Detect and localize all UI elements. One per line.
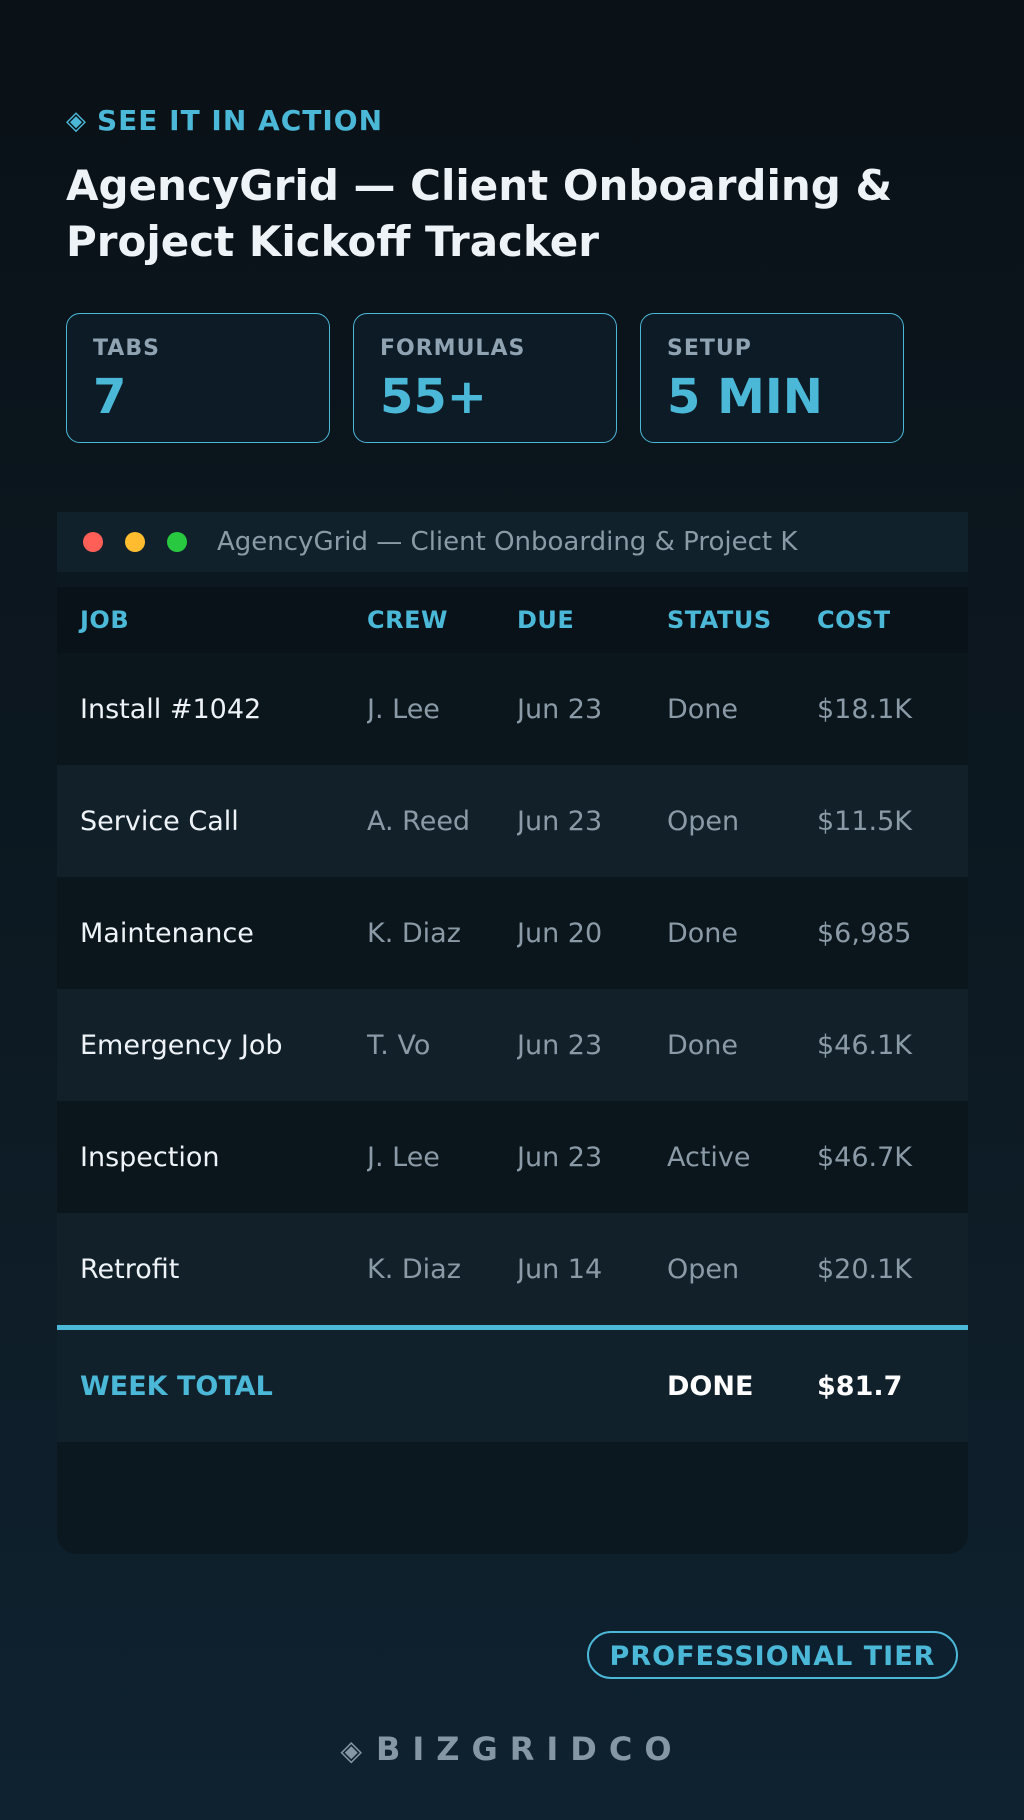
stat-card-tabs: TABS 7: [66, 313, 330, 443]
stat-label: SETUP: [667, 336, 752, 361]
jobs-table: JOB CREW DUE STATUS COST Install #1042 J…: [57, 587, 968, 1442]
status-cell[interactable]: Done: [667, 694, 817, 725]
table-row[interactable]: Install #1042 J. Lee Jun 23 Done $18.1K: [57, 653, 968, 765]
due-cell[interactable]: Jun 23: [517, 806, 667, 837]
due-cell[interactable]: Jun 20: [517, 918, 667, 949]
column-header-due[interactable]: DUE: [517, 606, 667, 634]
stat-card-formulas: FORMULAS 55+: [353, 313, 617, 443]
status-cell[interactable]: Done: [667, 1030, 817, 1061]
crew-cell[interactable]: J. Lee: [367, 1142, 517, 1173]
stat-label: FORMULAS: [380, 336, 526, 361]
cost-cell[interactable]: $20.1K: [817, 1254, 968, 1285]
cost-cell[interactable]: $46.1K: [817, 1030, 968, 1061]
window-title: AgencyGrid — Client Onboarding & Project…: [217, 527, 798, 557]
table-header: JOB CREW DUE STATUS COST: [57, 587, 968, 653]
close-window-button[interactable]: [83, 532, 103, 552]
crew-cell[interactable]: J. Lee: [367, 694, 517, 725]
cost-cell[interactable]: $18.1K: [817, 694, 968, 725]
due-cell[interactable]: Jun 23: [517, 1030, 667, 1061]
total-status[interactable]: DONE: [667, 1371, 817, 1402]
diamond-icon: ◈: [340, 1734, 362, 1767]
brand-footer: ◈ BIZGRIDCO: [0, 1730, 1024, 1768]
status-cell[interactable]: Open: [667, 1254, 817, 1285]
section-eyebrow: ◈ SEE IT IN ACTION: [66, 104, 383, 137]
crew-cell[interactable]: K. Diaz: [367, 1254, 517, 1285]
cost-cell[interactable]: $46.7K: [817, 1142, 968, 1173]
tier-badge: PROFESSIONAL TIER: [587, 1631, 958, 1679]
due-cell[interactable]: Jun 23: [517, 694, 667, 725]
job-cell[interactable]: Service Call: [57, 806, 367, 837]
status-cell[interactable]: Active: [667, 1142, 817, 1173]
cost-cell[interactable]: $6,985: [817, 918, 968, 949]
crew-cell[interactable]: T. Vo: [367, 1030, 517, 1061]
stat-value: 7: [93, 369, 127, 425]
column-header-status[interactable]: STATUS: [667, 606, 817, 634]
table-row[interactable]: Maintenance K. Diaz Jun 20 Done $6,985: [57, 877, 968, 989]
table-row[interactable]: Emergency Job T. Vo Jun 23 Done $46.1K: [57, 989, 968, 1101]
job-cell[interactable]: Inspection: [57, 1142, 367, 1173]
brand-name: BIZGRIDCO: [375, 1730, 684, 1768]
total-label: WEEK TOTAL: [80, 1370, 273, 1402]
due-cell[interactable]: Jun 23: [517, 1142, 667, 1173]
table-row[interactable]: Inspection J. Lee Jun 23 Active $46.7K: [57, 1101, 968, 1213]
column-header-crew[interactable]: CREW: [367, 606, 517, 634]
job-cell[interactable]: Emergency Job: [57, 1030, 367, 1061]
window-titlebar: AgencyGrid — Client Onboarding & Project…: [57, 512, 968, 572]
page-title: AgencyGrid — Client Onboarding & Project…: [66, 161, 893, 266]
total-cost[interactable]: $81.7: [817, 1371, 968, 1402]
stats-row: TABS 7 FORMULAS 55+ SETUP 5 MIN: [66, 313, 904, 443]
status-cell[interactable]: Open: [667, 806, 817, 837]
minimize-window-button[interactable]: [125, 532, 145, 552]
table-row[interactable]: Service Call A. Reed Jun 23 Open $11.5K: [57, 765, 968, 877]
table-row[interactable]: Retrofit K. Diaz Jun 14 Open $20.1K: [57, 1213, 968, 1325]
status-cell[interactable]: Done: [667, 918, 817, 949]
spreadsheet-window: AgencyGrid — Client Onboarding & Project…: [57, 512, 968, 1554]
stat-card-setup: SETUP 5 MIN: [640, 313, 904, 443]
stat-label: TABS: [93, 336, 160, 361]
crew-cell[interactable]: A. Reed: [367, 806, 517, 837]
total-row[interactable]: WEEK TOTAL DONE $81.7: [57, 1330, 968, 1442]
job-cell[interactable]: Retrofit: [57, 1254, 367, 1285]
job-cell[interactable]: Maintenance: [57, 918, 367, 949]
due-cell[interactable]: Jun 14: [517, 1254, 667, 1285]
crew-cell[interactable]: K. Diaz: [367, 918, 517, 949]
eyebrow-text: SEE IT IN ACTION: [97, 104, 384, 137]
cost-cell[interactable]: $11.5K: [817, 806, 968, 837]
stat-value: 5 MIN: [667, 369, 823, 425]
stat-value: 55+: [380, 369, 488, 425]
job-cell[interactable]: Install #1042: [57, 694, 367, 725]
column-header-job[interactable]: JOB: [57, 606, 367, 634]
maximize-window-button[interactable]: [167, 532, 187, 552]
column-header-cost[interactable]: COST: [817, 606, 968, 634]
diamond-icon: ◈: [66, 105, 87, 136]
